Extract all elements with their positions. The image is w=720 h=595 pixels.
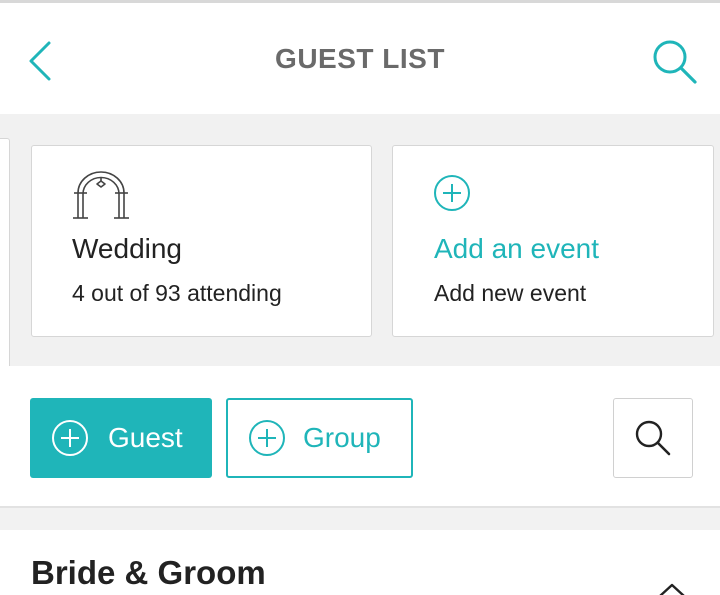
guest-actions-bar: Guest Group [0, 366, 720, 508]
add-group-button[interactable]: Group [226, 398, 413, 478]
search-guests-button[interactable] [613, 398, 693, 478]
chevron-up-icon[interactable] [656, 580, 688, 595]
add-event-title: Add an event [434, 233, 600, 264]
event-card-wedding[interactable]: Wedding 4 out of 93 attending [31, 145, 372, 337]
event-cards-carousel[interactable]: Wedding 4 out of 93 attending Add an eve… [0, 114, 720, 414]
plus-circle-icon [52, 420, 88, 456]
guest-group-header[interactable]: Bride & Groom [0, 530, 720, 595]
search-icon [635, 420, 671, 456]
add-guest-label: Guest [108, 422, 183, 453]
add-group-label: Group [303, 422, 381, 453]
event-attendance: 4 out of 93 attending [72, 280, 282, 306]
plus-circle-icon [249, 420, 285, 456]
page-title: GUEST LIST [275, 43, 445, 74]
group-title: Bride & Groom [31, 554, 266, 591]
wedding-arch-icon [73, 171, 129, 219]
add-event-card[interactable]: Add an event Add new event [392, 145, 714, 337]
add-event-subtitle: Add new event [434, 280, 587, 306]
event-title: Wedding [72, 233, 183, 264]
top-app-bar: GUEST LIST [0, 0, 720, 114]
add-guest-button[interactable]: Guest [30, 398, 212, 478]
search-icon[interactable] [650, 37, 700, 87]
plus-circle-icon [434, 175, 470, 211]
